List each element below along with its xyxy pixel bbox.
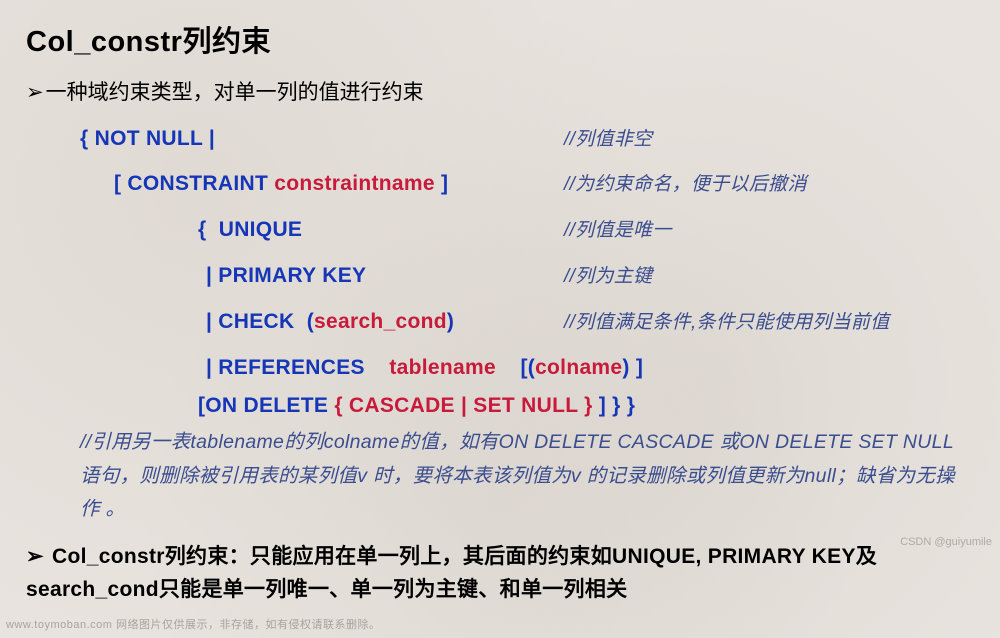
reference-comment: //引用另一表tablename的列colname的值，如有ON DELETE … (80, 426, 964, 525)
syntax-text: { UNIQUE (198, 211, 564, 249)
watermark-right: CSDN @guiyumile (900, 536, 992, 548)
syntax-comment: //为约束命名，便于以后撤消 (564, 168, 807, 202)
syntax-comment: //列值是唯一 (564, 214, 672, 248)
syntax-on-delete: [ON DELETE { CASCADE | SET NULL } ] } } (198, 394, 974, 418)
syntax-comment: //列值满足条件,条件只能使用列当前值 (564, 306, 890, 340)
syntax-text: [ CONSTRAINT constraintname ] (114, 165, 564, 203)
syntax-text: | CHECK (search_cond) (206, 303, 564, 341)
intro-line: ➢一种域约束类型，对单一列的值进行约束 (26, 76, 974, 110)
syntax-row: { UNIQUE//列值是唯一 (80, 211, 974, 249)
page-title: Col_constr列约束 (26, 18, 974, 60)
summary-line: ➢ Col_constr列约束：只能应用在单一列上，其后面的约束如UNIQUE,… (26, 540, 974, 607)
watermark-left: www.toymoban.com 网络图片仅供展示，非存储，如有侵权请联系删除。 (6, 616, 380, 632)
summary-text: Col_constr列约束：只能应用在单一列上，其后面的约束如UNIQUE, P… (26, 545, 877, 602)
syntax-comment: //列值非空 (564, 123, 652, 157)
bullet-arrow-icon: ➢ (26, 545, 44, 568)
syntax-row: | REFERENCES tablename [(colname) ] (80, 349, 974, 387)
syntax-comment: //列为主键 (564, 260, 652, 294)
syntax-text: { NOT NULL | (80, 120, 564, 158)
intro-text: 一种域约束类型，对单一列的值进行约束 (46, 81, 424, 104)
syntax-text: | REFERENCES tablename [(colname) ] (206, 349, 643, 387)
syntax-row: | PRIMARY KEY//列为主键 (80, 257, 974, 295)
syntax-block: { NOT NULL |//列值非空[ CONSTRAINT constrain… (80, 120, 974, 387)
bullet-arrow-icon: ➢ (26, 81, 44, 104)
syntax-row: | CHECK (search_cond)//列值满足条件,条件只能使用列当前值 (80, 303, 974, 341)
syntax-row: [ CONSTRAINT constraintname ]//为约束命名，便于以… (80, 165, 974, 203)
syntax-text: | PRIMARY KEY (206, 257, 564, 295)
syntax-row: { NOT NULL |//列值非空 (80, 120, 974, 158)
